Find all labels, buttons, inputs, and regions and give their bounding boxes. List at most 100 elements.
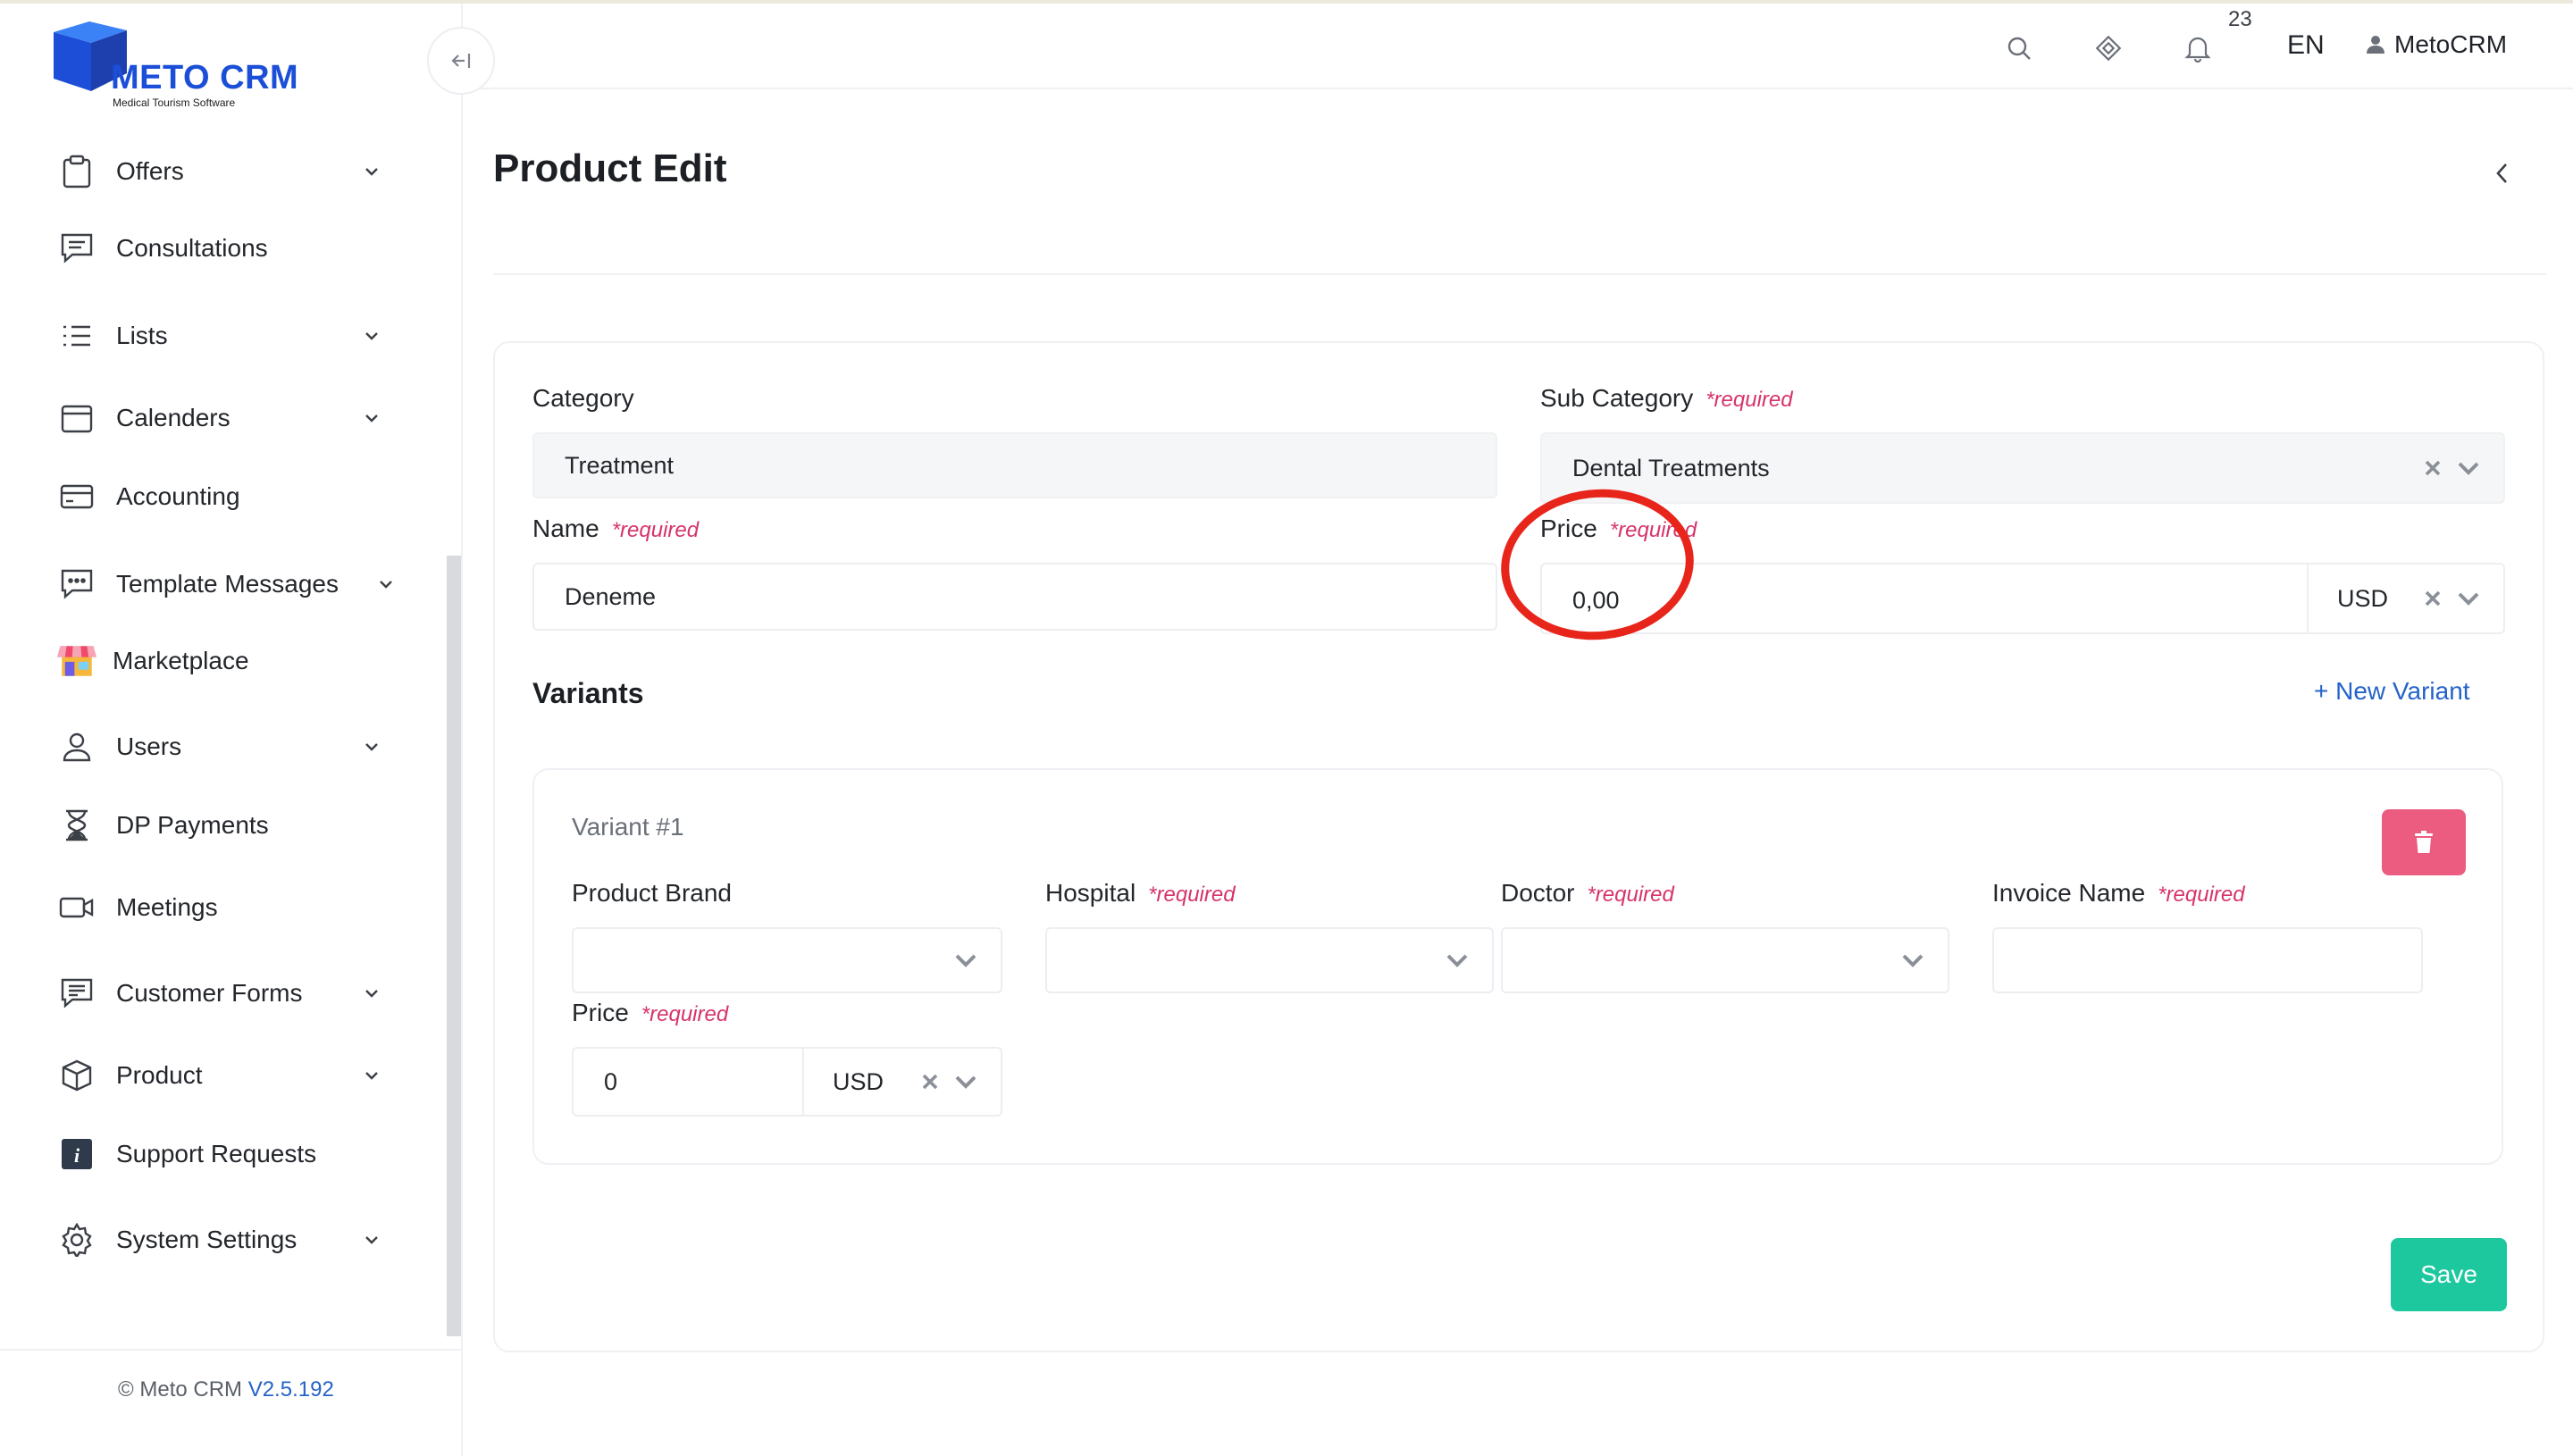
required-marker: *required	[1609, 518, 1697, 542]
required-marker: *required	[611, 518, 700, 542]
message-dots-icon	[57, 565, 96, 604]
sidebar-item-dp-payments[interactable]: DP Payments	[57, 799, 397, 852]
info-icon: i	[57, 1134, 96, 1174]
variant-price-input-group[interactable]: 0 USD	[572, 1047, 1002, 1117]
chevron-down-icon[interactable]	[952, 947, 979, 974]
price-input-group[interactable]: 0,00 USD	[1540, 563, 2505, 634]
sub-category-select[interactable]: Dental Treatments	[1540, 432, 2505, 504]
sidebar-footer: © Meto CRM V2.5.192	[118, 1377, 334, 1402]
user-name: MetoCRM	[2394, 30, 2508, 58]
sidebar-item-consultations[interactable]: Consultations	[57, 222, 397, 275]
required-marker: *required	[1706, 388, 1793, 412]
gear-icon	[57, 1220, 96, 1259]
language-selector[interactable]: EN	[2287, 30, 2325, 61]
app-logo[interactable]: METO CRM Medical Tourism Software	[48, 20, 334, 109]
new-variant-button[interactable]: + New Variant	[2314, 677, 2470, 706]
chevron-down-icon[interactable]	[2455, 585, 2482, 612]
sidebar-item-label: Meetings	[116, 893, 218, 921]
sidebar-item-support-requests[interactable]: i Support Requests	[57, 1127, 397, 1181]
chat-lines-icon	[57, 229, 96, 268]
sidebar-scrollbar[interactable]	[447, 556, 461, 1336]
product-brand-label: Product Brand	[572, 879, 732, 907]
sidebar-item-system-settings[interactable]: System Settings	[57, 1213, 397, 1267]
doctor-select[interactable]	[1501, 927, 1949, 993]
variant-price-input[interactable]: 0	[604, 1068, 617, 1096]
chevron-left-icon	[2496, 163, 2507, 183]
product-brand-select[interactable]	[572, 927, 1002, 993]
collapse-left-icon	[451, 54, 471, 68]
form-icon	[57, 974, 96, 1013]
sidebar-item-meetings[interactable]: Meetings	[57, 881, 397, 934]
delete-variant-button[interactable]	[2382, 809, 2466, 875]
back-button[interactable]	[2487, 157, 2516, 189]
notification-count-badge: 23	[2228, 7, 2252, 31]
price-currency-divider	[2307, 565, 2309, 632]
user-icon	[2367, 36, 2384, 54]
sidebar-item-label: DP Payments	[116, 811, 269, 839]
variant-price-currency-divider	[802, 1049, 804, 1115]
sidebar-item-label: Marketplace	[113, 647, 249, 674]
chevron-down-icon[interactable]	[1899, 947, 1926, 974]
version-text: V2.5.192	[247, 1377, 334, 1402]
required-marker: *required	[641, 1002, 729, 1026]
name-input[interactable]: Deneme	[532, 563, 1497, 631]
top-header: 23 EN MetoCRM	[463, 4, 2573, 89]
required-marker: *required	[1587, 883, 1674, 907]
variant-price-currency-select[interactable]: USD	[833, 1068, 884, 1096]
copyright-text: © Meto CRM	[118, 1377, 243, 1402]
required-marker: *required	[2158, 883, 2245, 907]
sidebar-item-lists[interactable]: Lists	[57, 309, 397, 363]
bell-icon[interactable]	[2180, 30, 2216, 66]
sidebar-item-offers[interactable]: Offers	[57, 145, 397, 198]
title-divider	[493, 273, 2546, 275]
chevron-down-icon[interactable]	[2455, 455, 2482, 481]
sidebar-item-users[interactable]: Users	[57, 720, 397, 774]
price-input[interactable]: 0,00	[1572, 587, 1620, 615]
invoice-name-label: Invoice Name *required	[1992, 879, 2245, 907]
required-marker: *required	[1148, 883, 1236, 907]
sidebar-item-accounting[interactable]: Accounting	[57, 470, 397, 523]
sidebar-item-label: Offers	[116, 157, 184, 185]
diamond-apps-icon[interactable]	[2091, 30, 2126, 66]
page-title: Product Edit	[493, 146, 727, 190]
collapse-sidebar-button[interactable]	[427, 27, 495, 95]
save-button[interactable]: Save	[2391, 1238, 2507, 1311]
search-icon[interactable]	[2001, 30, 2037, 66]
chevron-down-icon[interactable]	[1444, 947, 1471, 974]
user-menu[interactable]: MetoCRM	[2366, 30, 2507, 59]
sidebar-item-label: Calenders	[116, 404, 230, 431]
price-label: Price *required	[1540, 515, 1697, 542]
sidebar-item-label: Accounting	[116, 482, 240, 510]
name-label: Name *required	[532, 515, 700, 542]
brand-name: METO CRM	[111, 59, 299, 96]
hospital-label: Hospital *required	[1045, 879, 1236, 907]
chevron-down-icon	[365, 1236, 378, 1244]
sidebar-item-product[interactable]: Product	[57, 1049, 397, 1102]
invoice-name-input[interactable]	[1992, 927, 2423, 993]
variant-title: Variant #1	[572, 813, 684, 841]
chevron-down-icon	[365, 168, 378, 176]
clipboard-icon	[57, 152, 96, 191]
trash-icon	[2415, 831, 2433, 853]
video-camera-icon	[57, 888, 96, 927]
box-icon	[57, 1056, 96, 1095]
sidebar-item-template-messages[interactable]: Template Messages	[57, 557, 397, 611]
sub-category-label: Sub Category *required	[1540, 384, 1793, 412]
category-label: Category	[532, 384, 634, 412]
category-input[interactable]: Treatment	[532, 432, 1497, 498]
variant-price-label: Price *required	[572, 999, 729, 1026]
clear-icon[interactable]	[2423, 458, 2443, 478]
price-currency-select[interactable]: USD	[2337, 585, 2388, 613]
sidebar-item-calenders[interactable]: Calenders	[57, 391, 397, 445]
hospital-select[interactable]	[1045, 927, 1494, 993]
sidebar-item-label: System Settings	[116, 1226, 298, 1253]
clear-icon[interactable]	[2423, 589, 2443, 608]
chevron-down-icon	[365, 990, 378, 998]
chevron-down-icon[interactable]	[952, 1068, 979, 1095]
list-icon	[57, 316, 96, 356]
doctor-label: Doctor *required	[1501, 879, 1674, 907]
sidebar-item-customer-forms[interactable]: Customer Forms	[57, 966, 397, 1020]
sidebar-item-marketplace[interactable]: Marketplace	[57, 634, 397, 688]
sidebar-footer-divider	[0, 1349, 463, 1351]
clear-icon[interactable]	[920, 1072, 940, 1092]
